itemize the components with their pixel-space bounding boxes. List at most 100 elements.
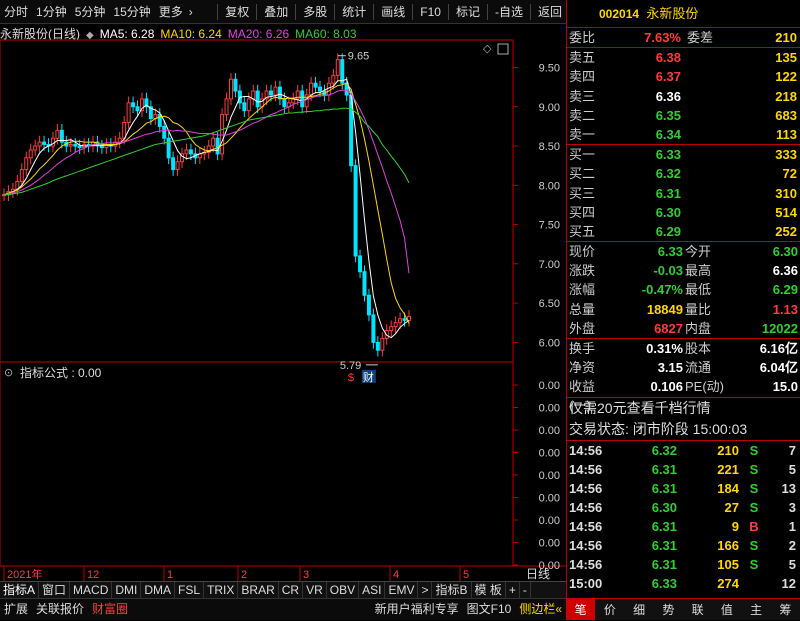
y-label-7: 6.00 bbox=[539, 337, 560, 349]
promo-link[interactable]: 新用户福利专享 bbox=[371, 599, 463, 620]
indicator-tab-14[interactable]: 指标B bbox=[432, 582, 472, 598]
candle-body-73 bbox=[326, 82, 331, 96]
candle-body-71 bbox=[317, 86, 322, 92]
candle-body-76 bbox=[340, 59, 345, 84]
indicator-tab-5[interactable]: FSL bbox=[175, 582, 205, 598]
indicator-tab-3[interactable]: DMI bbox=[112, 582, 142, 598]
tick-row-0: 14:56 6.32 210 S 7 bbox=[569, 442, 796, 458]
x-label-6: 5 bbox=[463, 569, 469, 581]
ext-tab-0[interactable]: 扩展 bbox=[0, 599, 32, 620]
candle-body-82 bbox=[366, 294, 371, 316]
buy-row-3: 买四 6.30 514 bbox=[569, 204, 797, 220]
tick-row-3: 14:56 6.30 27 S 3 bbox=[569, 499, 796, 515]
indicator-tab-4[interactable]: DMA bbox=[141, 582, 176, 598]
ext-tab-2[interactable]: 财富圈 bbox=[88, 599, 132, 620]
sell-row-3: 卖二 6.35 683 bbox=[569, 107, 797, 123]
stock-header: 002014 永新股份 bbox=[567, 0, 800, 28]
indicator-tab-2[interactable]: MACD bbox=[70, 582, 113, 598]
indicator-tab-1[interactable]: 窗口 bbox=[39, 582, 71, 598]
candle-body-47 bbox=[211, 137, 216, 147]
y-label-0: 9.50 bbox=[539, 62, 560, 74]
ind-label-5: 0.00 bbox=[539, 493, 560, 505]
candle-body-84 bbox=[375, 341, 380, 351]
candle-body-41 bbox=[184, 149, 189, 155]
indicator-tab-7[interactable]: BRAR bbox=[238, 582, 279, 598]
ind-label-0: 0.00 bbox=[539, 380, 560, 392]
candle-body-49 bbox=[220, 114, 225, 155]
stock-name: 永新股份 bbox=[646, 6, 699, 21]
weibi-row: 委比 7.63% 委差 210 bbox=[567, 28, 800, 47]
indicator-tab-15[interactable]: 模 板 bbox=[472, 582, 506, 598]
y-label-6: 6.50 bbox=[539, 298, 560, 310]
y-label-2: 8.50 bbox=[539, 141, 560, 153]
x-label-4: 3 bbox=[303, 569, 309, 581]
indicator-tab-8[interactable]: CR bbox=[279, 582, 304, 598]
kline-chart[interactable]: 9.50 9.00 8.50 8.00 7.50 7.00 6.50 6.00 0.00 0.00… bbox=[0, 0, 566, 581]
quote-footer-tabs: 笔价细势联值主筹 bbox=[566, 598, 800, 620]
candle-body-88 bbox=[393, 322, 398, 328]
candle-body-62 bbox=[277, 86, 282, 100]
ma10-line bbox=[3, 82, 410, 324]
indicator-tab-16[interactable]: + bbox=[506, 582, 520, 598]
extra-row-2: 收益(一) 0.106 PE(动) 15.0 bbox=[569, 379, 798, 414]
tick-row-7: 15:00 6.33 274 12 bbox=[569, 575, 796, 591]
candle-body-63 bbox=[282, 98, 287, 108]
ind-label-4: 0.00 bbox=[539, 470, 560, 482]
candle-body-51 bbox=[228, 78, 233, 100]
footer-tab-5[interactable]: 值 bbox=[712, 599, 741, 620]
indicator-tab-11[interactable]: ASI bbox=[359, 582, 386, 598]
y-label-4: 7.50 bbox=[539, 220, 560, 232]
indicator-tab-12[interactable]: EMV bbox=[385, 582, 419, 598]
buy-row-2: 买三 6.31 310 bbox=[569, 185, 797, 201]
candle-body-75 bbox=[335, 59, 340, 76]
candle-body-60 bbox=[269, 90, 274, 96]
sell-row-4: 卖一 6.34 113 bbox=[569, 126, 797, 142]
indicator-tab-9[interactable]: VR bbox=[303, 582, 327, 598]
y-label-1: 9.00 bbox=[539, 102, 560, 114]
candle-body-39 bbox=[175, 161, 180, 171]
tick-row-2: 14:56 6.31 184 S 13 bbox=[569, 480, 796, 496]
candle-body-42 bbox=[188, 149, 193, 155]
indicator-tab-17[interactable]: - bbox=[520, 582, 531, 598]
sidebar-toggle[interactable]: 侧边栏« bbox=[515, 599, 566, 620]
ind-label-3: 0.00 bbox=[539, 448, 560, 460]
quote-panel: 002014 永新股份 委比 7.63% 委差 210 卖五 6.38 135 卖四 6… bbox=[566, 0, 800, 620]
ind-label-7: 0.00 bbox=[539, 538, 560, 550]
candle-body-38 bbox=[171, 157, 176, 171]
indicator-tab-bar: 指标A 窗口 MACD DMI DMA FSL TRIX BRAR CR VR OBV ASI EMV >… bbox=[0, 581, 566, 598]
low-marker-label: 5.79 bbox=[340, 360, 361, 372]
weicha-value: 210 bbox=[775, 30, 797, 45]
candle-body-29 bbox=[131, 102, 136, 108]
promo-banner[interactable]: 仅需20元查看千档行情 bbox=[567, 398, 800, 419]
ind-label-2: 0.00 bbox=[539, 425, 560, 437]
footer-tab-1[interactable]: 价 bbox=[595, 599, 624, 620]
candle-body-4 bbox=[19, 169, 24, 182]
candle-body-74 bbox=[331, 74, 336, 84]
price-stats: 现价 6.33 今开 6.30 涨跌 -0.03 最高 6.36 涨幅 -0.47% 最低 6.29 总… bbox=[567, 242, 800, 338]
f10-button[interactable]: 图文F10 bbox=[463, 599, 516, 620]
x-label-1: 12 bbox=[87, 569, 99, 581]
ind-label-6: 0.00 bbox=[539, 515, 560, 527]
sell-orders: 卖五 6.38 135 卖四 6.37 122 卖三 6.36 218 卖二 6.35 683 卖一 6.… bbox=[567, 48, 800, 144]
indicator-tab-6[interactable]: TRIX bbox=[204, 582, 239, 598]
footer-tab-0[interactable]: 笔 bbox=[566, 599, 596, 620]
indicator-tab-13[interactable]: > bbox=[418, 582, 433, 598]
footer-tab-3[interactable]: 势 bbox=[654, 599, 683, 620]
buy-row-4: 买五 6.29 252 bbox=[569, 223, 797, 239]
indicator-tab-10[interactable]: OBV bbox=[327, 582, 360, 598]
footer-tab-6[interactable]: 主 bbox=[742, 599, 771, 620]
indicator-tab-0[interactable]: 指标A bbox=[0, 582, 40, 598]
ma5-line bbox=[3, 78, 410, 339]
buy-row-0: 买一 6.33 333 bbox=[569, 147, 797, 163]
extra-row-1: 净资 3.15 流通 6.04亿 bbox=[569, 360, 798, 376]
tick-list: 14:56 6.32 210 S 7 14:56 6.31 221 S 5 14:56 6.31 184… bbox=[567, 441, 800, 593]
stat-row-1: 涨跌 -0.03 最高 6.36 bbox=[569, 263, 798, 279]
sell-row-2: 卖三 6.36 218 bbox=[569, 88, 797, 104]
footer-tab-4[interactable]: 联 bbox=[683, 599, 712, 620]
candle-body-89 bbox=[398, 318, 403, 324]
maximize-icon bbox=[497, 43, 509, 55]
footer-tab-7[interactable]: 筹 bbox=[771, 599, 800, 620]
ext-tab-1[interactable]: 关联报价 bbox=[32, 599, 88, 620]
footer-tab-2[interactable]: 细 bbox=[625, 599, 654, 620]
x-label-3: 2 bbox=[241, 569, 247, 581]
